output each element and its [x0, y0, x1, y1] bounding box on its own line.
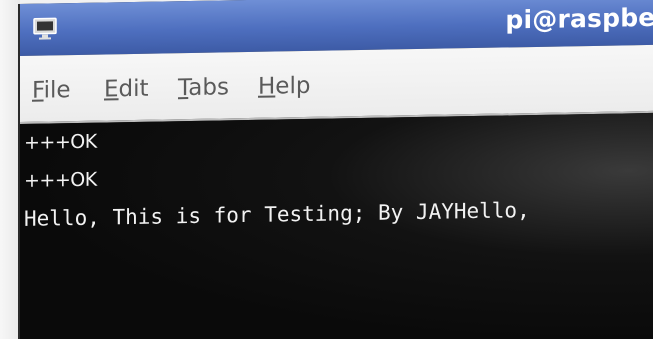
bezel-glare	[0, 0, 20, 339]
menu-bar: File Edit Tabs Help	[20, 44, 653, 124]
terminal-line: +++OK	[24, 130, 97, 154]
terminal-monitor-icon	[32, 15, 58, 41]
menu-help[interactable]: Help	[258, 73, 310, 100]
terminal-line: Hello, This is for Testing; By JAYHello,	[24, 198, 530, 231]
screen-photo: pi@raspber File Edit Tabs Help +++OK +++…	[0, 0, 653, 339]
window-title: pi@raspber	[505, 2, 653, 35]
menu-tabs[interactable]: Tabs	[178, 74, 229, 101]
terminal-window: pi@raspber File Edit Tabs Help +++OK +++…	[18, 0, 653, 339]
menu-edit[interactable]: Edit	[104, 76, 149, 103]
terminal-line: +++OK	[24, 168, 97, 192]
terminal-output[interactable]: +++OK +++OK Hello, This is for Testing; …	[20, 112, 653, 339]
menu-file[interactable]: File	[32, 77, 71, 104]
